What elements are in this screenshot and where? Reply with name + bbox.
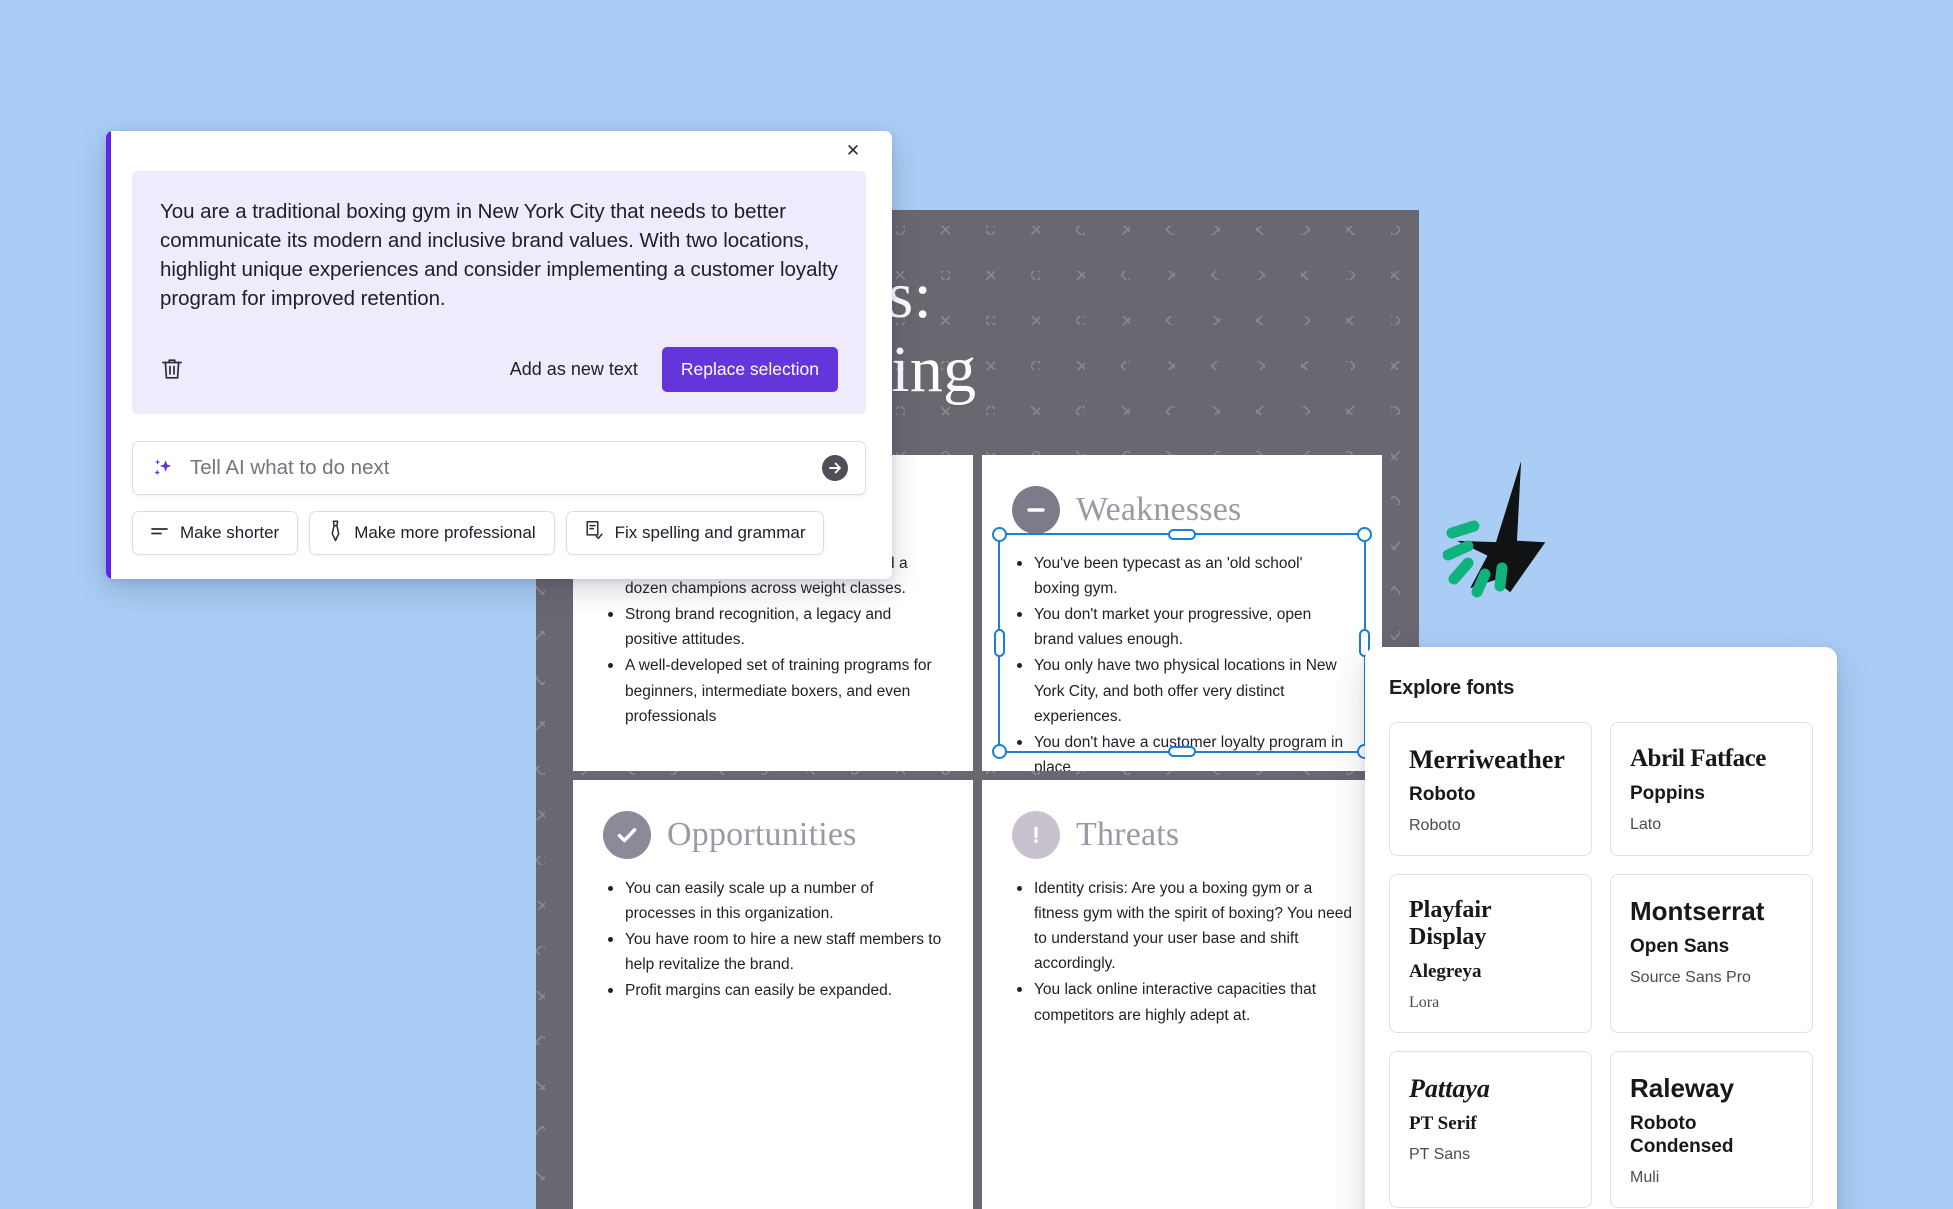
list-item: You don't market your progressive, open … [1012, 602, 1352, 652]
resize-handle-left-middle[interactable] [994, 629, 1005, 657]
font-card-primary: Merriweather [1409, 745, 1565, 774]
suggestion-fix-spelling-and-grammar[interactable]: Fix spelling and grammar [565, 511, 825, 556]
ai-result-card: You are a traditional boxing gym in New … [132, 171, 866, 415]
quadrant-list-threats: Identity crisis: Are you a boxing gym or… [1012, 876, 1352, 1028]
arrow-right-circle-icon[interactable] [821, 454, 849, 482]
list-item: You have room to hire a new staff member… [603, 927, 943, 977]
font-card[interactable]: Pattaya PT Serif PT Sans [1389, 1050, 1592, 1208]
ai-assistant-panel[interactable]: ✕ You are a traditional boxing gym in Ne… [106, 131, 892, 580]
exclamation-circle-icon [1012, 811, 1060, 859]
quadrant-header-weaknesses: Weaknesses [1012, 483, 1352, 537]
suggestion-make-more-professional[interactable]: Make more professional [309, 511, 555, 556]
suggestion-label: Make shorter [180, 523, 280, 543]
font-card-tertiary: PT Sans [1409, 1145, 1471, 1163]
font-card-secondary: Open Sans [1630, 936, 1730, 958]
font-card-primary: Raleway [1630, 1072, 1735, 1103]
explore-fonts-title: Explore fonts [1389, 677, 1515, 699]
quadrant-list-opportunities: You can easily scale up a number of proc… [603, 876, 943, 1004]
minus-circle-icon [1012, 486, 1060, 534]
font-card-tertiary: Source Sans Pro [1630, 969, 1751, 986]
ai-panel-topbar: ✕ [132, 131, 866, 171]
list-item: You can easily scale up a number of proc… [603, 876, 943, 926]
panel-accent-bar [106, 131, 111, 580]
ai-suggestion-row: Make shorter Make more professional Fix … [132, 511, 866, 556]
list-item: Profit margins can easily be expanded. [603, 978, 943, 1003]
font-card[interactable]: Montserrat Open Sans Source Sans Pro [1610, 874, 1813, 1033]
quadrant-header-threats: Threats [1012, 808, 1352, 862]
document-check-icon [585, 520, 604, 546]
resize-handle-top-right[interactable] [1357, 527, 1372, 542]
font-card-primary: Pattaya [1409, 1073, 1490, 1103]
resize-handle-bottom-left[interactable] [992, 744, 1007, 759]
list-item: You've been typecast as an 'old school' … [1012, 551, 1352, 601]
font-card-tertiary: Muli [1630, 1168, 1660, 1186]
quadrant-list-weaknesses: You've been typecast as an 'old school' … [1012, 551, 1352, 771]
font-card-tertiary: Lora [1409, 993, 1440, 1011]
list-item: Identity crisis: Are you a boxing gym or… [1012, 876, 1352, 976]
suggestion-label: Fix spelling and grammar [614, 523, 806, 543]
font-card-secondary: PT Serif [1409, 1112, 1477, 1134]
font-card[interactable]: Merriweather Roboto Roboto [1389, 722, 1592, 857]
font-card-primary: Montserrat [1630, 896, 1765, 927]
list-item: You only have two physical locations in … [1012, 653, 1352, 728]
arrow-cursor-click-icon [1440, 455, 1600, 605]
suggestion-label: Make more professional [354, 523, 536, 543]
quadrant-title-opportunities: Opportunities [667, 816, 857, 853]
trash-icon[interactable] [160, 356, 186, 384]
font-card-grid: Merriweather Roboto Roboto Abril Fatface… [1389, 722, 1813, 1208]
font-card-primary: Playfair Display [1409, 897, 1492, 950]
list-item: You don't have a customer loyalty progra… [1012, 730, 1352, 771]
explore-fonts-panel[interactable]: Explore fonts Merriweather Roboto Roboto… [1365, 647, 1837, 1209]
font-card-secondary: Roboto Condensed [1630, 1112, 1734, 1157]
font-card-secondary: Roboto [1409, 784, 1476, 806]
suggestion-make-shorter[interactable]: Make shorter [132, 511, 299, 556]
font-card-primary: Abril Fatface [1630, 745, 1766, 772]
replace-selection-button[interactable]: Replace selection [661, 347, 838, 393]
font-card[interactable]: Playfair Display Alegreya Lora [1389, 874, 1592, 1033]
check-circle-icon [603, 811, 651, 859]
add-as-new-text-button[interactable]: Add as new text [496, 350, 652, 389]
font-card-tertiary: Lato [1630, 815, 1662, 833]
resize-handle-top-left[interactable] [992, 527, 1007, 542]
shorten-lines-icon [151, 523, 169, 543]
quadrant-threats[interactable]: Threats Identity crisis: Are you a boxin… [982, 780, 1382, 1209]
quadrant-title-threats: Threats [1076, 816, 1180, 853]
ai-result-text: You are a traditional boxing gym in New … [160, 200, 838, 311]
font-card-secondary: Poppins [1630, 783, 1705, 804]
necktie-icon [328, 520, 343, 547]
list-item: A well-developed set of training program… [603, 653, 943, 728]
quadrant-opportunities[interactable]: Opportunities You can easily scale up a … [573, 780, 973, 1209]
quadrant-weaknesses[interactable]: Weaknesses You've been typecast as an 'o… [982, 455, 1382, 771]
font-card-secondary: Alegreya [1409, 960, 1482, 982]
ai-result-actions: Add as new text Replace selection [160, 347, 838, 393]
list-item: You lack online interactive capacities t… [1012, 977, 1352, 1027]
sparkle-icon [151, 456, 176, 481]
ai-prompt-input[interactable] [190, 456, 807, 481]
quadrant-header-opportunities: Opportunities [603, 808, 943, 862]
list-item: Strong brand recognition, a legacy and p… [603, 602, 943, 652]
close-icon[interactable]: ✕ [840, 138, 866, 164]
ai-prompt-row[interactable] [132, 441, 866, 496]
font-card[interactable]: Raleway Roboto Condensed Muli [1610, 1050, 1813, 1208]
font-card-tertiary: Roboto [1409, 816, 1461, 834]
font-card[interactable]: Abril Fatface Poppins Lato [1610, 722, 1813, 857]
quadrant-title-weaknesses: Weaknesses [1076, 491, 1242, 528]
